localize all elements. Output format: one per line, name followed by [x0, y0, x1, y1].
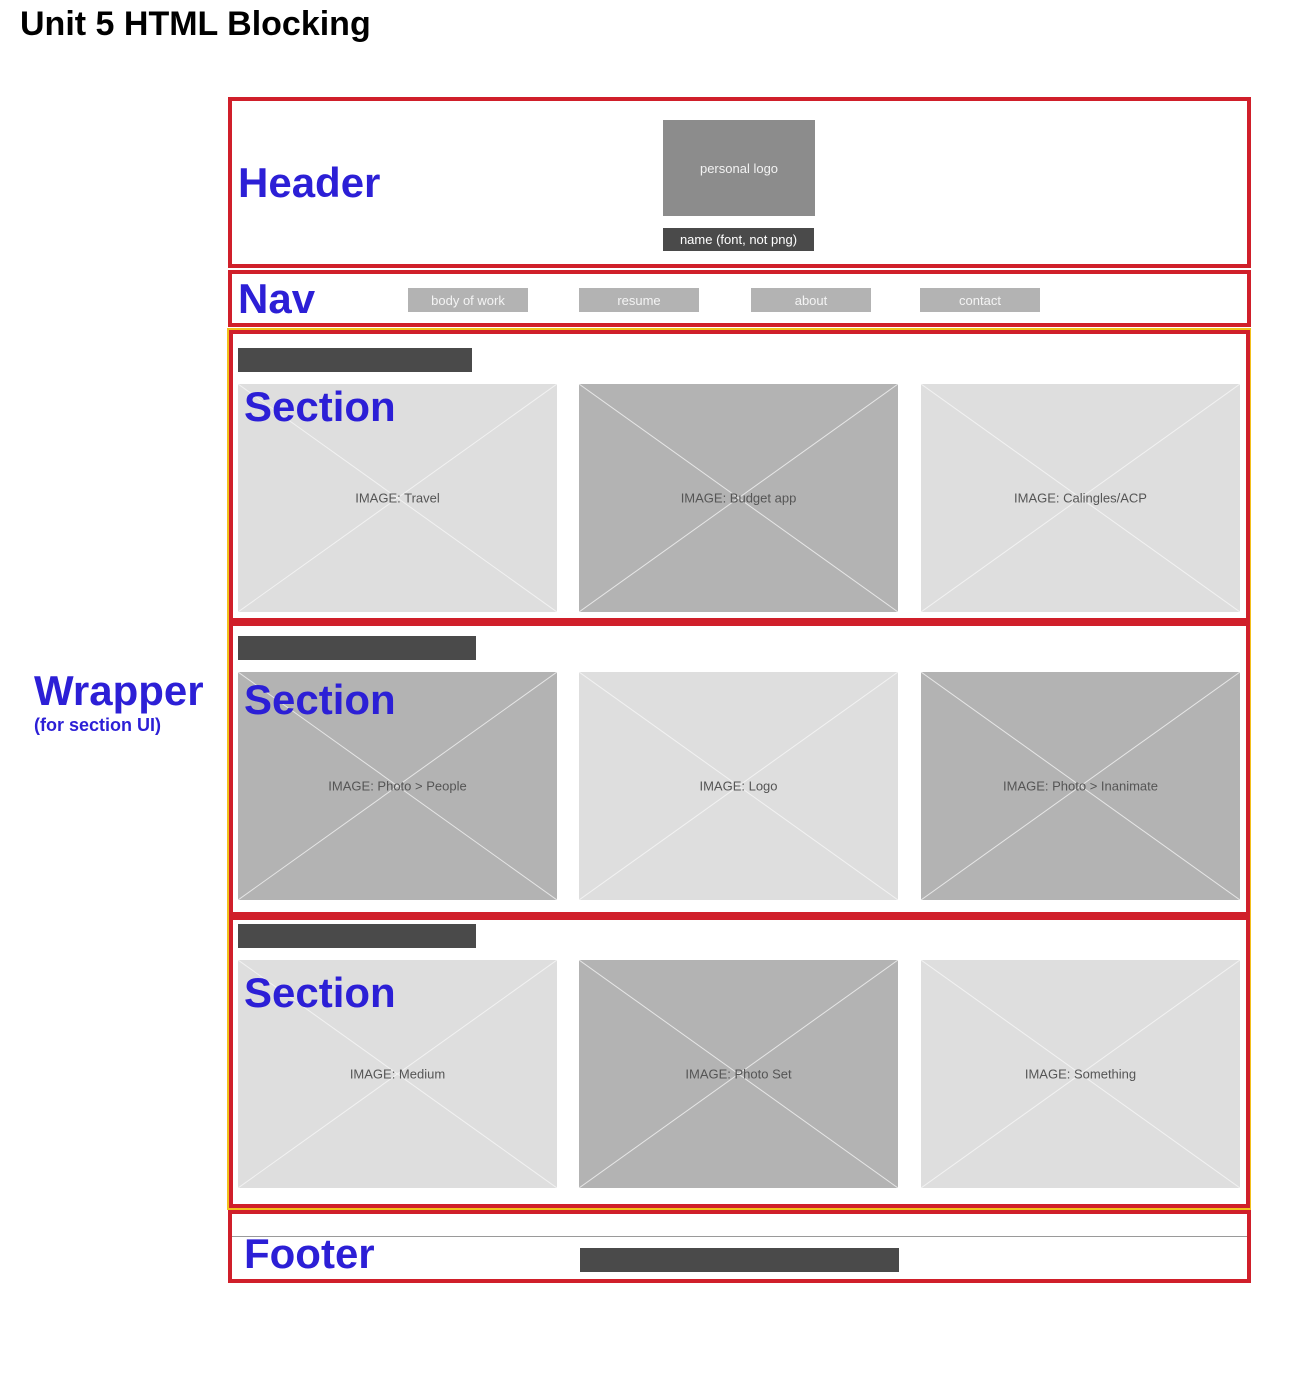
name-placeholder: name (font, not png)	[663, 228, 814, 251]
nav-item-body-of-work[interactable]: body of work	[408, 288, 528, 312]
nav-item-resume[interactable]: resume	[579, 288, 699, 312]
wrapper-sublabel: (for section UI)	[34, 715, 162, 735]
image-placeholder[interactable]: IMAGE: Something	[921, 960, 1240, 1188]
section-heading-bar	[238, 924, 476, 948]
image-label: IMAGE: Photo Set	[685, 1066, 792, 1082]
footer-bar	[580, 1248, 899, 1272]
section-label: Section	[244, 676, 396, 723]
image-label: IMAGE: Logo	[699, 778, 778, 794]
section-label: Section	[244, 383, 396, 430]
image-label: IMAGE: Photo > Inanimate	[1003, 778, 1158, 794]
nav-item-label: body of work	[431, 292, 505, 308]
nav-block	[228, 270, 1251, 327]
image-label: IMAGE: Travel	[355, 490, 440, 506]
nav-item-about[interactable]: about	[751, 288, 871, 312]
nav-item-label: resume	[617, 292, 661, 308]
image-label: IMAGE: Something	[1024, 1066, 1137, 1082]
footer-block	[228, 1210, 1251, 1283]
image-label: IMAGE: Budget app	[680, 490, 797, 506]
personal-logo-text: personal logo	[699, 160, 779, 176]
nav-item-label: about	[794, 292, 828, 308]
image-placeholder[interactable]: IMAGE: Budget app	[579, 384, 898, 612]
image-placeholder[interactable]: IMAGE: Photo > Inanimate	[921, 672, 1240, 900]
image-placeholder[interactable]: IMAGE: Calingles/ACP	[921, 384, 1240, 612]
section-heading-bar	[238, 636, 476, 660]
personal-logo-placeholder[interactable]: personal logo	[663, 120, 815, 216]
header-label: Header	[238, 159, 381, 206]
nav-label: Nav	[238, 275, 316, 322]
section-label: Section	[244, 969, 396, 1016]
page-title: Unit 5 HTML Blocking	[20, 5, 371, 43]
wrapper-label: Wrapper	[34, 667, 204, 714]
nav-item-contact[interactable]: contact	[920, 288, 1040, 312]
image-placeholder[interactable]: IMAGE: Logo	[579, 672, 898, 900]
section-heading-bar	[238, 348, 472, 372]
footer-label: Footer	[244, 1230, 375, 1277]
image-placeholder[interactable]: IMAGE: Photo Set	[579, 960, 898, 1188]
name-text: name (font, not png)	[679, 232, 798, 247]
image-label: IMAGE: Photo > People	[328, 778, 467, 794]
nav-item-label: contact	[959, 292, 1001, 308]
image-label: IMAGE: Medium	[349, 1066, 446, 1082]
footer-divider	[232, 1236, 1247, 1237]
image-label: IMAGE: Calingles/ACP	[1014, 490, 1147, 506]
